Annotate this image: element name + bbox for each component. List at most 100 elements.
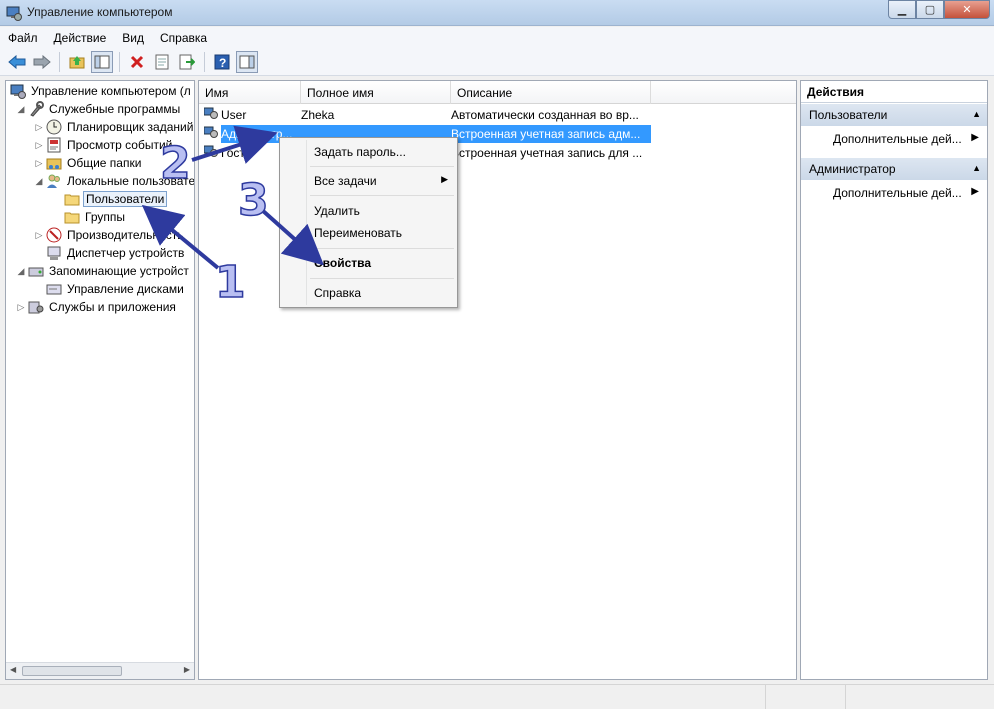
menu-file[interactable]: Файл [0,31,46,45]
tree-item-system-tools[interactable]: ◢ Служебные программы [16,100,182,118]
action-pane-icon [239,55,255,68]
menu-gutter [306,140,307,305]
menu-view[interactable]: Вид [114,31,152,45]
export-list-icon [179,54,195,69]
submenu-arrow-icon: ▶ [971,186,979,197]
list-item-user[interactable]: User Zheka Автоматически созданная во вр… [199,105,796,124]
toolbar: ? [0,48,994,76]
properties-icon [155,54,169,69]
expand-arrow-icon[interactable]: ▷ [34,158,44,169]
computer-management-icon [6,5,22,21]
scroll-left-icon[interactable]: ◀ [10,665,16,674]
menu-separator [310,248,454,249]
tree-item-device-manager[interactable]: Диспетчер устройств [44,244,186,262]
clock-icon [46,119,62,135]
event-viewer-icon [46,137,62,153]
tree-item-computer-management[interactable]: Управление компьютером (л [8,82,193,100]
delete-x-icon [130,55,144,68]
menu-item-rename[interactable]: Переименовать [310,223,456,243]
show-hide-tree-button[interactable] [91,50,113,73]
tree-horizontal-scrollbar[interactable]: ◀ ▶ [6,662,194,679]
close-icon: ✕ [962,4,972,16]
collapse-arrow-icon[interactable]: ◢ [34,176,44,187]
column-header-fullname[interactable]: Полное имя [301,81,451,104]
user-icon [199,106,221,123]
menu-help[interactable]: Справка [152,31,215,45]
folder-up-icon [69,55,85,68]
export-list-button[interactable] [176,51,198,73]
menu-separator [310,278,454,279]
actions-more-users[interactable]: Дополнительные дей... ▶ [801,128,987,150]
column-header-name[interactable]: Имя [199,81,301,104]
context-menu: Задать пароль... Все задачи ▶ Удалить Пе… [279,137,458,308]
tree-item-task-scheduler[interactable]: ▷ Планировщик заданий [34,118,194,136]
menu-item-set-password[interactable]: Задать пароль... [310,142,456,162]
forward-button[interactable] [31,51,53,73]
title-bar: Управление компьютером ▁ ▢ ✕ [0,0,994,26]
tree-item-disk-management[interactable]: Управление дисками [44,280,186,298]
column-header-description[interactable]: Описание [451,81,651,104]
expand-arrow-icon[interactable]: ▷ [34,140,44,151]
maximize-button[interactable]: ▢ [916,0,944,19]
back-button[interactable] [6,51,28,73]
collapse-arrow-icon[interactable]: ◢ [16,266,26,277]
scroll-right-icon[interactable]: ▶ [184,665,190,674]
user-icon [199,144,221,161]
window-title: Управление компьютером [27,5,173,19]
toolbar-separator [204,51,205,72]
computer-management-icon [10,83,26,99]
minimize-icon: ▁ [897,4,907,16]
tree-item-local-users-groups[interactable]: ◢ Локальные пользовате [34,172,194,190]
scrollbar-thumb[interactable] [22,666,122,676]
tree-item-shared-folders[interactable]: ▷ Общие папки [34,154,143,172]
folder-icon [64,209,80,225]
menu-item-properties[interactable]: Свойства [310,253,456,273]
collapse-up-icon[interactable]: ▲ [972,163,981,173]
menu-item-all-tasks[interactable]: Все задачи ▶ [310,171,456,191]
close-button[interactable]: ✕ [944,0,990,19]
menu-item-delete[interactable]: Удалить [310,201,456,221]
show-hide-action-pane-button[interactable] [236,50,258,73]
tree-item-event-viewer[interactable]: ▷ Просмотр событий [34,136,174,154]
expand-arrow-icon[interactable]: ▷ [16,302,26,313]
maximize-icon: ▢ [924,4,936,16]
list-header: Имя Полное имя Описание [199,81,796,104]
menu-separator [310,195,454,196]
disk-icon [46,281,62,297]
performance-icon [46,227,62,243]
actions-more-administrator[interactable]: Дополнительные дей... ▶ [801,182,987,204]
minimize-button[interactable]: ▁ [888,0,916,19]
help-button[interactable]: ? [211,51,233,73]
menu-item-help[interactable]: Справка [310,283,456,303]
tree-item-storage[interactable]: ◢ Запоминающие устройст [16,262,191,280]
tree-item-groups[interactable]: Группы [62,208,127,226]
storage-icon [28,263,44,279]
status-segment [765,685,845,709]
console-tree: Управление компьютером (л ◢ Служебные пр… [5,80,195,680]
menu-bar: Файл Действие Вид Справка [0,27,994,48]
actions-section-administrator[interactable]: Администратор ▲ [801,158,987,180]
delete-button[interactable] [126,51,148,73]
tree-item-performance[interactable]: ▷ Производительность [34,226,185,244]
actions-section-users[interactable]: Пользователи ▲ [801,104,987,126]
folder-icon [64,191,80,207]
expand-arrow-icon[interactable]: ▷ [34,230,44,241]
console-tree-icon [94,55,110,68]
services-icon [28,299,44,315]
collapse-up-icon[interactable]: ▲ [972,109,981,119]
svg-text:?: ? [219,56,226,70]
expand-arrow-icon[interactable]: ▷ [34,122,44,133]
tree-item-services-apps[interactable]: ▷ Службы и приложения [16,298,178,316]
menu-action[interactable]: Действие [46,31,115,45]
arrow-right-icon [33,54,51,69]
properties-button[interactable] [151,51,173,73]
toolbar-separator [119,51,120,72]
status-segment [845,685,945,709]
status-bar [0,684,994,709]
menu-separator [310,166,454,167]
actions-pane: Действия Пользователи ▲ Дополнительные д… [800,80,988,680]
collapse-arrow-icon[interactable]: ◢ [16,104,26,115]
tools-icon [28,101,44,117]
up-level-button[interactable] [66,51,88,73]
tree-item-users[interactable]: Пользователи [62,190,168,208]
